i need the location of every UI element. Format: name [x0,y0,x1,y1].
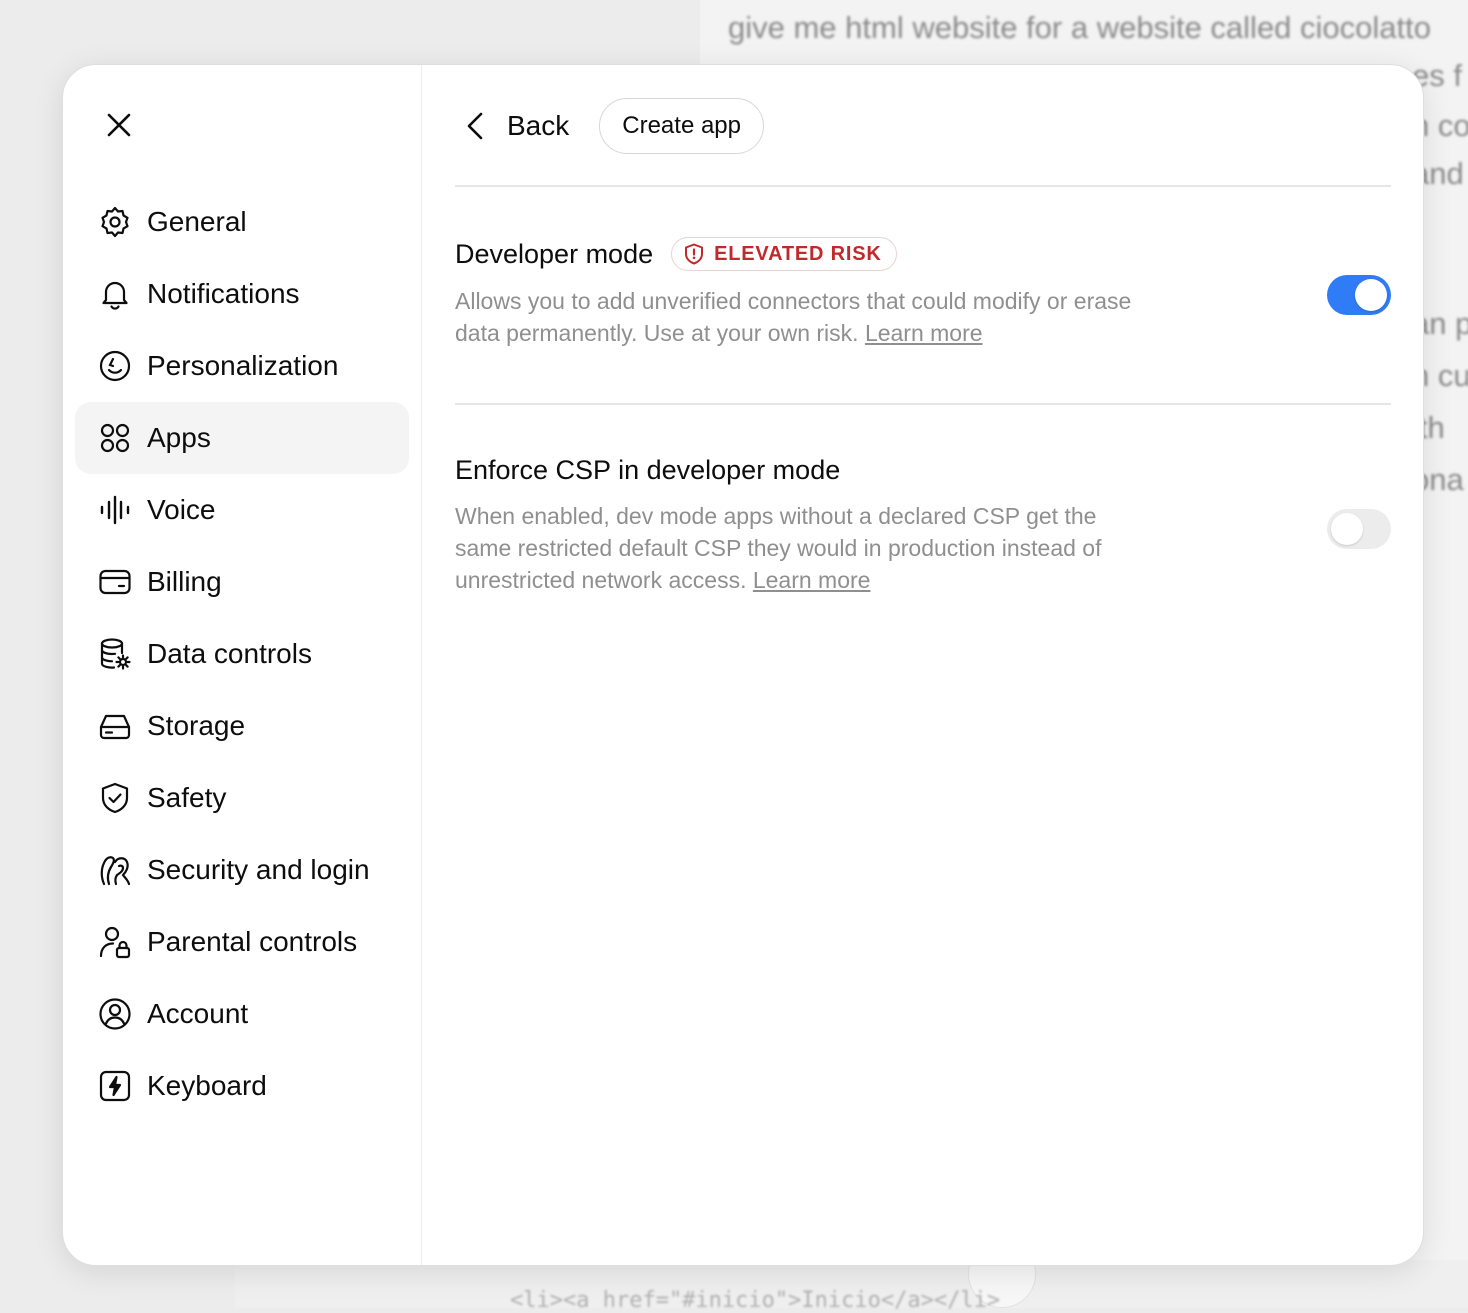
setting-description: Allows you to add unverified connectors … [455,285,1155,349]
sidebar-item-label: Account [147,998,249,1029]
chevron-left-icon [467,112,483,140]
enforce-csp-toggle[interactable] [1327,509,1391,549]
enforce-csp-setting: Enforce CSP in developer mode When enabl… [455,455,1391,596]
sidebar-item-data-controls[interactable]: Data controls [75,618,409,690]
apps-topbar: Back Create app [455,97,764,155]
sidebar-item-label: Storage [147,710,246,741]
voice-wave-icon [97,492,133,528]
sidebar-item-label: Billing [147,566,222,597]
sidebar-item-label: Personalization [147,350,339,381]
sidebar-item-label: Parental controls [147,926,358,957]
sidebar-item-security-and-login[interactable]: Security and login [75,834,409,906]
close-icon [107,113,131,137]
settings-main: Back Create app Developer mode ELEVATED … [455,65,1391,1265]
sidebar-item-storage[interactable]: Storage [75,690,409,762]
security-login-icon [97,852,133,888]
description-text: Allows you to add unverified connectors … [455,288,1132,346]
background-code: <li><a href="#inicio">Inicio</a></li> [510,1288,1001,1313]
developer-mode-setting: Developer mode ELEVATED RISK Allows you … [455,237,1391,349]
sidebar-item-apps[interactable]: Apps [75,402,409,474]
toggle-knob [1331,513,1363,545]
learn-more-link[interactable]: Learn more [753,567,871,593]
gear-icon [97,204,133,240]
sidebar-item-notifications[interactable]: Notifications [75,258,409,330]
sidebar-item-label: General [147,206,247,237]
setting-title: Developer mode [455,238,654,269]
keyboard-bolt-icon [97,1068,133,1104]
account-circle-icon [97,996,133,1032]
sidebar-item-account[interactable]: Account [75,978,409,1050]
divider [455,185,1391,187]
storage-drive-icon [97,708,133,744]
settings-nav: General Notifications Personalization Ap… [75,186,409,1122]
setting-title: Enforce CSP in developer mode [455,455,841,485]
settings-modal: General Notifications Personalization Ap… [62,64,1424,1266]
sidebar-item-billing[interactable]: Billing [75,546,409,618]
back-label: Back [507,110,570,141]
background-message: give me html website for a website calle… [728,10,1431,45]
setting-description: When enabled, dev mode apps without a de… [455,500,1155,596]
learn-more-link[interactable]: Learn more [865,320,983,346]
sidebar-item-safety[interactable]: Safety [75,762,409,834]
sidebar-item-personalization[interactable]: Personalization [75,330,409,402]
sidebar-item-label: Data controls [147,638,312,669]
sidebar-item-voice[interactable]: Voice [75,474,409,546]
credit-card-icon [97,564,133,600]
elevated-risk-badge: ELEVATED RISK [671,237,897,271]
back-button[interactable]: Back [455,97,569,155]
apps-grid-icon [97,420,133,456]
sidebar-item-label: Keyboard [147,1070,267,1101]
shield-check-icon [97,780,133,816]
close-button[interactable] [93,99,145,151]
database-gear-icon [97,636,133,672]
bell-icon [97,276,133,312]
badge-label: ELEVATED RISK [714,242,882,265]
sidebar-item-keyboard[interactable]: Keyboard [75,1050,409,1122]
divider [455,403,1391,405]
sidebar-item-label: Voice [147,494,216,525]
sidebar-item-parental-controls[interactable]: Parental controls [75,906,409,978]
settings-sidebar: General Notifications Personalization Ap… [63,65,422,1265]
sidebar-item-label: Apps [147,422,211,453]
personalization-icon [97,348,133,384]
person-lock-icon [97,924,133,960]
shield-alert-icon [685,243,704,265]
developer-mode-toggle[interactable] [1327,275,1391,315]
sidebar-item-label: Security and login [147,854,370,885]
create-app-button[interactable]: Create app [599,98,764,154]
sidebar-item-label: Notifications [147,278,300,309]
toggle-knob [1355,279,1387,311]
sidebar-item-general[interactable]: General [75,186,409,258]
sidebar-item-label: Safety [147,782,227,813]
